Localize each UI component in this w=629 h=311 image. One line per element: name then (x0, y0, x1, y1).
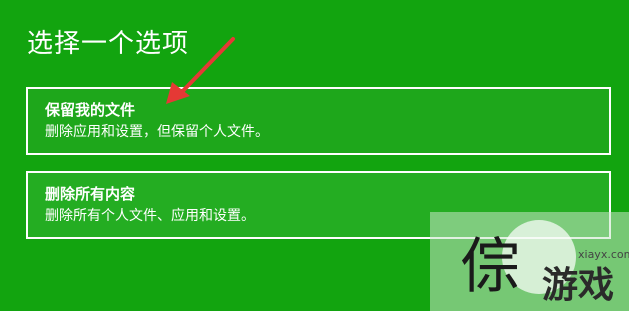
option-remove-everything-title: 删除所有内容 (45, 185, 136, 203)
option-keep-my-files-title: 保留我的文件 (45, 101, 136, 119)
watermark: 倧 xiayx.com 游戏 (430, 212, 629, 311)
page-title: 选择一个选项 (27, 29, 190, 59)
watermark-game-text: 游戏 (542, 265, 615, 306)
option-keep-my-files-description: 删除应用和设置，但保留个人文件。 (45, 124, 269, 140)
watermark-glyph: 倧 (460, 232, 520, 302)
option-keep-my-files[interactable]: 保留我的文件 删除应用和设置，但保留个人文件。 (26, 87, 611, 155)
watermark-domain: xiayx.com (578, 248, 629, 261)
